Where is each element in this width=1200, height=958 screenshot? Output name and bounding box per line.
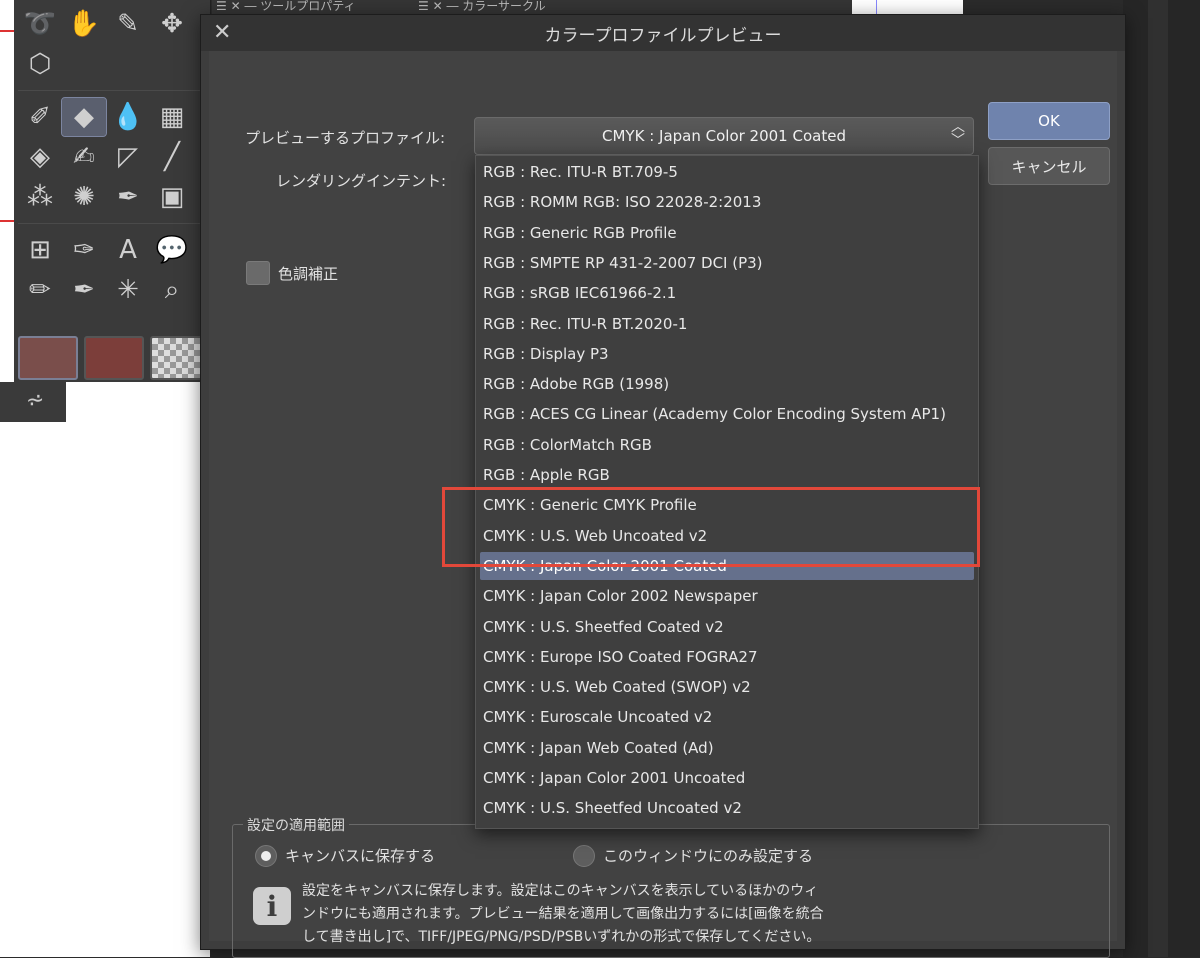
ruler-icon[interactable]: ◸ [106,138,150,176]
hand-icon[interactable]: ✋ [62,5,106,43]
layout-icon[interactable]: ⊞ [18,231,62,269]
color-swatches [18,336,210,380]
tone-correction-label: 色調補正 [278,265,339,283]
line-icon[interactable]: ╱ [150,138,194,176]
save-to-canvas-label: キャンバスに保存する [285,847,436,865]
dialog-body: プレビューするプロファイル: CMYK : Japan Color 2001 C… [209,51,1117,958]
preview-profile-label: プレビューするプロファイル: [245,129,446,147]
profile-option[interactable]: RGB : ACES CG Linear (Academy Color Enco… [480,400,974,428]
profile-option[interactable]: RGB : ROMM RGB: ISO 22028-2:2013 [480,188,974,216]
canvas-area-right [848,0,963,14]
tool-palette: ➰ ✋ ✎ ✥ ⬡ ✐ ◆ 💧 ▦ ◈ ✍ ◸ ╱ ⁂ ✺ ✒ ▣ ⊞ ✑ A … [14,0,211,382]
profile-option[interactable]: RGB : Rec. ITU-R BT.2020-1 [480,310,974,338]
correct-line-icon[interactable]: ✑ [62,231,106,269]
dialog-titlebar: ✕ カラープロファイルプレビュー [201,15,1125,51]
3d-object-icon[interactable]: ⬡ [18,45,62,83]
main-color-swatch[interactable] [18,336,78,380]
spray-icon[interactable]: ⁂ [18,178,62,216]
divider [18,223,206,224]
sub-color-swatch[interactable] [84,336,144,380]
pencil-icon[interactable]: ✏ [18,271,62,309]
panel-tabs: ☰ ✕ ― ツールプロパティ ☰ ✕ ― カラーサークル [212,0,852,14]
profile-select[interactable]: CMYK : Japan Color 2001 Coated ︿ ﹀ [474,117,974,155]
profile-option[interactable]: CMYK : Japan Color 2002 Newspaper [480,582,974,610]
profile-option[interactable]: RGB : Adobe RGB (1998) [480,370,974,398]
profile-option[interactable]: CMYK : Europe ISO Coated FOGRA27 [480,643,974,671]
magic-wand-icon[interactable]: ✳ [106,271,150,309]
profile-option[interactable]: CMYK : Japan Color 2001 Uncoated [480,764,974,792]
info-line: 設定をキャンバスに保存します。設定はこのキャンバスを表示しているほかのウィ [302,883,819,899]
fill-brush-icon[interactable]: ✍ [62,138,106,176]
profile-option[interactable]: RGB : Rec. ITU-R BT.709-5 [480,158,974,186]
balloon-icon[interactable]: 💬 [150,231,194,269]
zoom-icon[interactable]: ⌕ [150,271,194,309]
profile-option[interactable]: RGB : ColorMatch RGB [480,431,974,459]
brush-icon[interactable]: ✐ [18,98,62,136]
profile-option[interactable]: RGB : sRGB IEC61966-2.1 [480,279,974,307]
profile-option[interactable]: CMYK : U.S. Sheetfed Coated v2 [480,613,974,641]
info-line: ンドウにも適用されます。プレビュー結果を適用して画像出力するには[画像を統合 [302,906,824,922]
right-scrollbar[interactable] [1148,0,1168,957]
fill-icon[interactable]: ◈ [18,138,62,176]
ok-button[interactable]: OK [988,102,1110,140]
profile-option[interactable]: RGB : Display P3 [480,340,974,368]
lasso-icon[interactable]: ➰ [18,5,62,43]
gradient-icon[interactable]: ▣ [150,178,194,216]
close-icon[interactable]: ✕ [213,20,231,45]
color-profile-preview-dialog: ✕ カラープロファイルプレビュー プレビューするプロファイル: CMYK : J… [200,14,1126,958]
profile-option[interactable]: CMYK : U.S. Sheetfed Uncoated v2 [480,794,974,822]
profile-option[interactable]: CMYK : Japan Color 2001 Coated [480,551,974,580]
profile-option[interactable]: CMYK : U.S. Web Uncoated v2 [480,522,974,550]
info-line: して書き出し]で、TIFF/JPEG/PNG/PSD/PSBいずれかの形式で保存… [302,929,821,945]
tab-tool-property[interactable]: ☰ ✕ ― ツールプロパティ [216,0,356,14]
rendering-intent-label: レンダリングインテント: [276,172,447,190]
profile-option[interactable]: CMYK : Japan Web Coated (Ad) [480,734,974,762]
info-icon: i [253,887,291,925]
pen-icon[interactable]: ✒ [106,178,150,216]
profile-option[interactable]: CMYK : U.S. Web Coated (SWOP) v2 [480,673,974,701]
text-icon[interactable]: A [106,231,150,269]
profile-dropdown-list: RGB : Rec. ITU-R BT.709-5 RGB : ROMM RGB:… [475,155,979,829]
scope-info-text: 設定をキャンバスに保存します。設定はこのキャンバスを表示しているほかのウィ ンド… [302,880,902,949]
save-to-canvas-radio[interactable] [255,845,277,867]
scope-group-title: 設定の適用範囲 [243,815,349,835]
dialog-title: カラープロファイルプレビュー [544,25,782,46]
divider [18,90,206,91]
collapse-icon[interactable]: ⩫ [26,388,44,413]
move-icon[interactable]: ✥ [150,5,194,43]
panel-handle: ⩫ [0,382,66,422]
profile-option[interactable]: CMYK : Generic CMYK Profile [480,491,974,519]
profile-option[interactable]: CMYK : Euroscale Uncoated v2 [480,703,974,731]
sparkle-icon[interactable]: ✺ [62,178,106,216]
profile-option[interactable]: RGB : Apple RGB [480,461,974,489]
eraser-icon[interactable]: ◆ [61,97,107,137]
canvas-guide-line [876,0,877,14]
profile-select-value: CMYK : Japan Color 2001 Coated [602,127,846,145]
this-window-only-label: このウィンドウにのみ設定する [603,847,814,865]
eyedropper-icon[interactable]: ✎ [106,5,150,43]
blend-icon[interactable]: 💧 [106,98,150,136]
profile-option[interactable]: RGB : SMPTE RP 431-2-2007 DCI (P3) [480,249,974,277]
this-window-only-radio[interactable] [573,845,595,867]
updown-chevron-icon: ︿ ﹀ [951,119,965,149]
profile-option[interactable]: RGB : Generic RGB Profile [480,219,974,247]
tab-color-circle[interactable]: ☰ ✕ ― カラーサークル [418,0,546,14]
cancel-button[interactable]: キャンセル [988,147,1110,185]
pen-nib-icon[interactable]: ✒ [62,271,106,309]
tone-correction-checkbox[interactable] [246,261,270,285]
frame-icon[interactable]: ▦ [150,98,194,136]
